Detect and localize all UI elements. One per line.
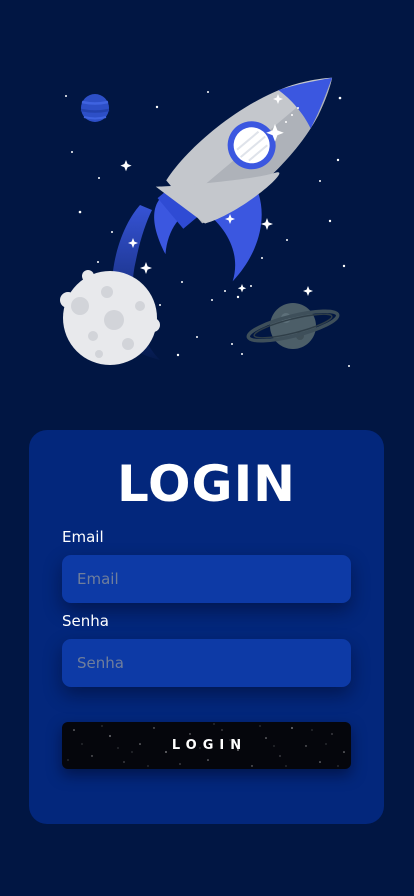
hero-illustration [0, 0, 414, 420]
email-input[interactable] [62, 555, 351, 603]
login-title: LOGIN [116, 455, 297, 513]
password-input[interactable] [62, 639, 351, 687]
login-button[interactable]: LOGIN [62, 722, 351, 769]
ringed-planet-icon [246, 303, 340, 349]
login-button-label: LOGIN [171, 738, 248, 753]
rocket-illustration [60, 77, 350, 367]
login-card: LOGIN Email Senha LOGIN [29, 430, 384, 824]
password-label: Senha [62, 612, 109, 630]
email-label: Email [62, 528, 104, 546]
rocket-icon [154, 77, 333, 282]
small-planet-icon [80, 94, 110, 122]
